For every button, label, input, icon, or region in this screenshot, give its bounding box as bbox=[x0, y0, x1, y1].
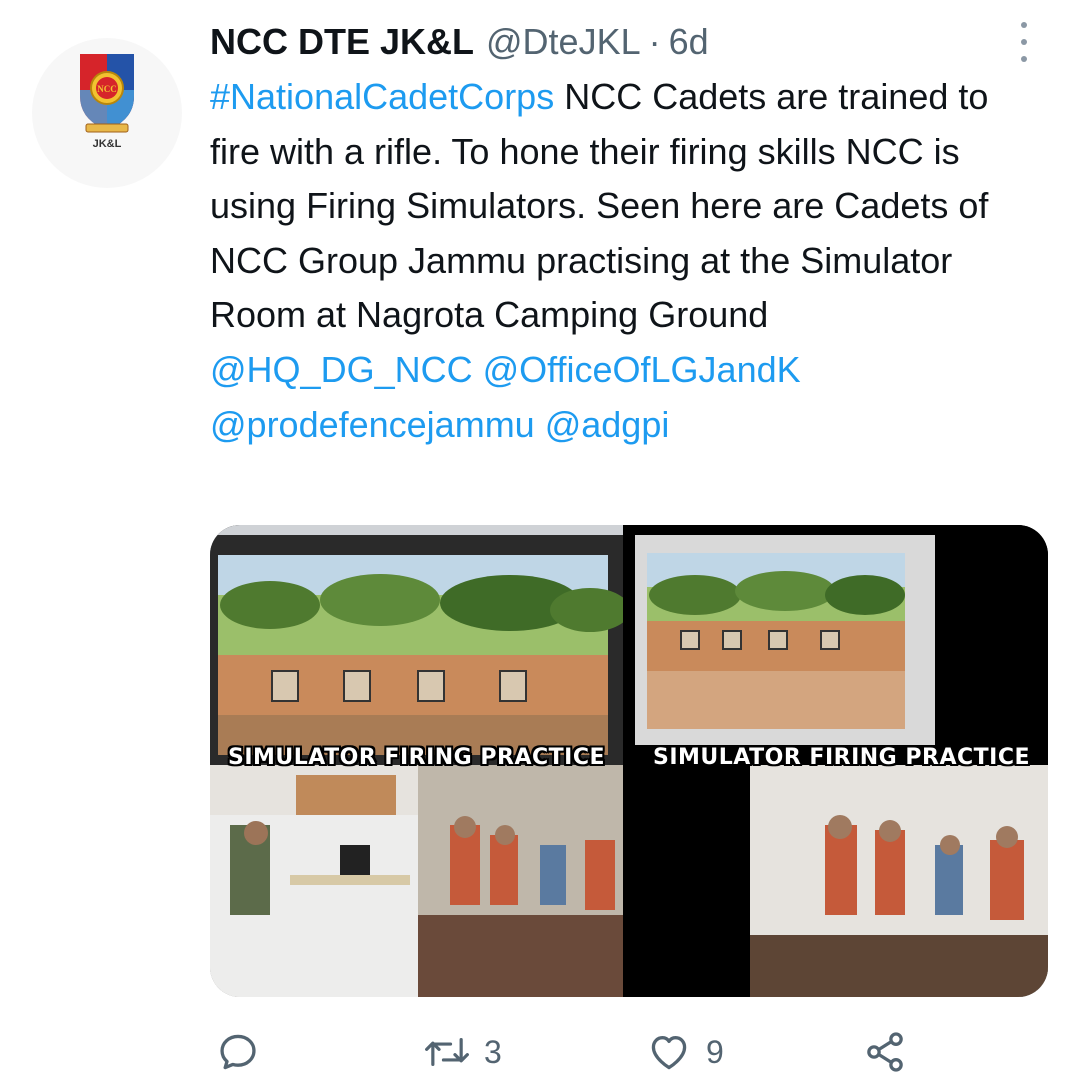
author-name[interactable]: NCC DTE JK&L bbox=[210, 18, 474, 66]
ncc-emblem-icon: NCC bbox=[80, 54, 134, 133]
heart-icon bbox=[651, 1036, 687, 1070]
author-handle[interactable]: @DteJKL bbox=[486, 18, 641, 66]
header-separator: · bbox=[648, 21, 661, 62]
share-button[interactable] bbox=[862, 1022, 908, 1082]
retweet-icon bbox=[425, 1038, 469, 1066]
more-options-icon[interactable] bbox=[1010, 22, 1038, 62]
reply-button[interactable] bbox=[216, 1022, 260, 1082]
tweet-text: #NationalCadetCorps NCC Cadets are train… bbox=[210, 70, 1040, 452]
tweet-header: NCC DTE JK&L @DteJKL · 6d bbox=[210, 18, 709, 66]
retweet-button[interactable]: 3 bbox=[424, 1022, 502, 1082]
share-icon bbox=[867, 1032, 903, 1072]
like-button[interactable]: 9 bbox=[646, 1022, 724, 1082]
media-caption: SIMULATOR FIRING PRACTICE bbox=[227, 745, 605, 770]
media-photo[interactable]: SIMULATOR FIRING PRACTICE bbox=[210, 525, 623, 997]
tweet-media: SIMULATOR FIRING PRACTICE SIMULATOR FIRI… bbox=[210, 525, 1048, 997]
media-caption: SIMULATOR FIRING PRACTICE bbox=[652, 745, 1030, 770]
mention-link[interactable]: @HQ_DG_NCC bbox=[210, 349, 473, 390]
mention-link[interactable]: @adgpi bbox=[545, 404, 670, 445]
tweet-action-bar: 3 9 bbox=[210, 1022, 1040, 1082]
retweet-count: 3 bbox=[484, 1033, 502, 1070]
mention-link[interactable]: @OfficeOfLGJandK bbox=[483, 349, 801, 390]
hashtag-link[interactable]: #NationalCadetCorps bbox=[210, 76, 554, 117]
mention-link[interactable]: @prodefencejammu bbox=[210, 404, 535, 445]
reply-icon bbox=[220, 1034, 256, 1070]
media-photo[interactable]: SIMULATOR FIRING PRACTICE bbox=[635, 525, 1048, 997]
avatar-caption: JK&L bbox=[92, 138, 122, 150]
author-avatar[interactable]: NCC JK&L bbox=[32, 38, 182, 188]
tweet-timestamp[interactable]: 6d bbox=[669, 18, 709, 66]
like-count: 9 bbox=[706, 1033, 724, 1070]
svg-text:NCC: NCC bbox=[97, 84, 117, 94]
